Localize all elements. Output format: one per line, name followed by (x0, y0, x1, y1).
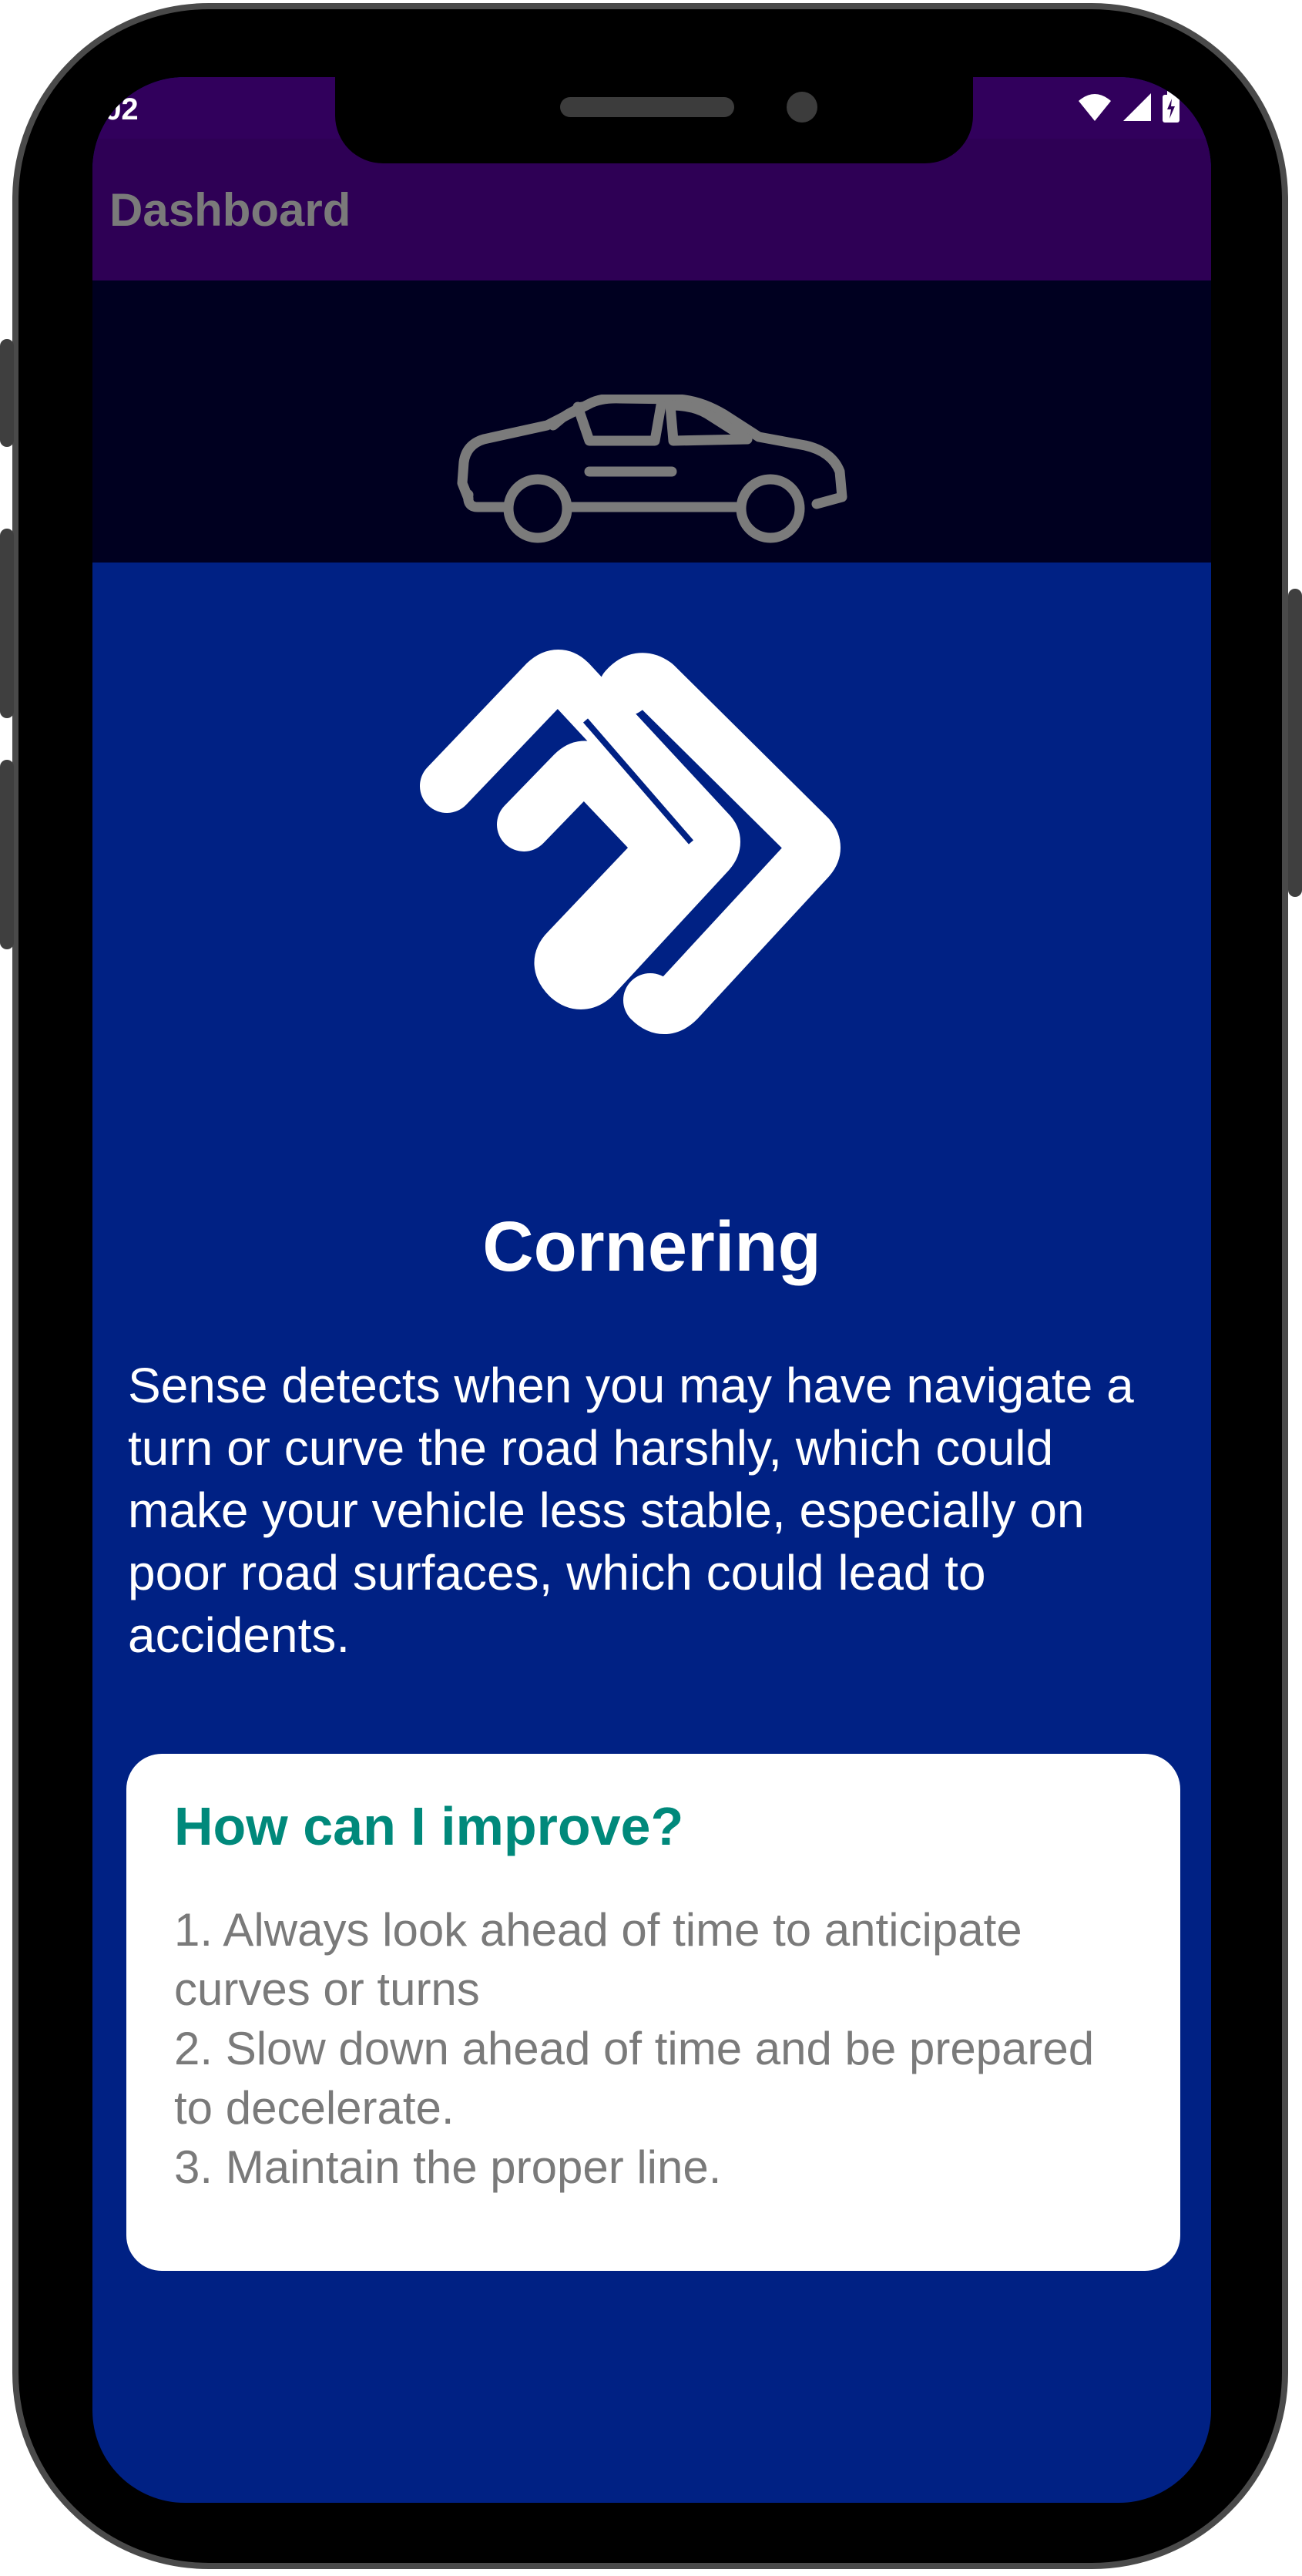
front-camera (787, 92, 817, 123)
status-icons (1077, 91, 1180, 123)
card-title: How can I improve? (174, 1796, 684, 1856)
earpiece-speaker (560, 97, 734, 117)
tips-list: 1. Always look ahead of time to anticipa… (174, 1900, 1145, 2197)
tip-item: 1. Always look ahead of time to anticipa… (174, 1904, 1022, 2015)
cornering-chevron-icon (420, 650, 841, 1034)
app-bar-title: Dashboard (109, 184, 351, 236)
improve-tips-card: How can I improve? 1. Always look ahead … (126, 1754, 1180, 2271)
phone-screen: .02 Dashboard Cornering Sense detects wh… (92, 77, 1211, 2503)
tip-item: 2. Slow down ahead of time and be prepar… (174, 2023, 1095, 2134)
wifi-icon (1079, 94, 1111, 121)
feature-title: Cornering (482, 1207, 821, 1286)
phone-notch (335, 77, 973, 163)
signal-icon (1123, 93, 1151, 121)
tip-item: 3. Maintain the proper line. (174, 2141, 722, 2193)
feature-description: Sense detects when you may have navigate… (128, 1358, 1134, 1663)
phone-side-button (0, 760, 14, 949)
header-car-panel (92, 280, 1211, 563)
phone-side-button (1288, 589, 1302, 897)
phone-side-button (0, 339, 14, 447)
status-time: .02 (96, 92, 139, 126)
phone-side-button (0, 529, 14, 718)
battery-icon (1163, 91, 1180, 123)
car-icon (457, 395, 847, 543)
